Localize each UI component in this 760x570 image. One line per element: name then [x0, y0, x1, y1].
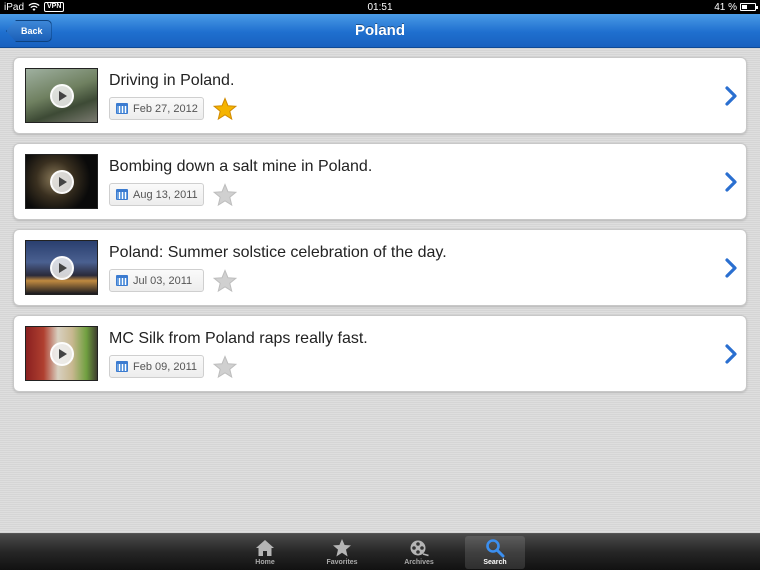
calendar-icon: [116, 275, 128, 286]
navigation-bar: Back Poland: [0, 14, 760, 48]
star-icon: [333, 539, 351, 557]
video-date: Aug 13, 2011: [133, 188, 198, 201]
video-list-item[interactable]: Poland: Summer solstice celebration of t…: [13, 229, 747, 306]
page-title: Poland: [354, 22, 405, 39]
play-icon[interactable]: [49, 169, 74, 194]
status-right: 41 %: [714, 1, 758, 13]
tab-label: Favorites: [326, 559, 358, 566]
video-title: MC Silk from Poland raps really fast.: [109, 330, 368, 347]
calendar-icon: [116, 103, 128, 114]
video-date: Feb 09, 2011: [133, 360, 198, 373]
favorite-star-icon[interactable]: [213, 355, 237, 379]
tab-archives[interactable]: Archives: [389, 536, 449, 569]
date-badge: Feb 27, 2012: [109, 97, 204, 120]
video-thumbnail[interactable]: [25, 68, 98, 123]
video-date: Feb 27, 2012: [133, 102, 198, 115]
calendar-icon: [116, 189, 128, 200]
date-badge: Jul 03, 2011: [109, 269, 204, 292]
chevron-right-icon[interactable]: [724, 344, 738, 364]
tab-search[interactable]: Search: [465, 536, 525, 569]
home-icon: [256, 540, 274, 556]
tab-label: Search: [483, 559, 507, 566]
film-reel-icon: [410, 540, 429, 557]
tab-label: Home: [255, 559, 275, 566]
date-badge: Aug 13, 2011: [109, 183, 204, 206]
favorite-star-icon[interactable]: [213, 97, 237, 121]
video-title: Driving in Poland.: [109, 72, 235, 89]
chevron-right-icon[interactable]: [724, 258, 738, 278]
chevron-right-icon[interactable]: [724, 86, 738, 106]
back-button[interactable]: Back: [6, 20, 52, 42]
search-icon: [486, 539, 505, 558]
play-icon[interactable]: [49, 255, 74, 280]
vpn-badge: VPN: [44, 2, 65, 12]
chevron-right-icon[interactable]: [724, 172, 738, 192]
video-thumbnail[interactable]: [25, 326, 98, 381]
tab-home[interactable]: Home: [235, 536, 295, 569]
battery-percent: 41 %: [714, 1, 737, 13]
tab-bar: Home Favorites Archives Search: [0, 533, 760, 570]
video-date: Jul 03, 2011: [133, 274, 193, 287]
video-thumbnail[interactable]: [25, 240, 98, 295]
wifi-icon: [28, 2, 40, 12]
play-icon[interactable]: [49, 83, 74, 108]
video-list: Driving in Poland. Feb 27, 2012 Bombing …: [13, 57, 747, 401]
video-list-item[interactable]: MC Silk from Poland raps really fast. Fe…: [13, 315, 747, 392]
date-badge: Feb 09, 2011: [109, 355, 204, 378]
calendar-icon: [116, 361, 128, 372]
battery-icon: [740, 3, 758, 11]
tab-favorites[interactable]: Favorites: [312, 536, 372, 569]
video-thumbnail[interactable]: [25, 154, 98, 209]
video-title: Poland: Summer solstice celebration of t…: [109, 244, 447, 261]
favorite-star-icon[interactable]: [213, 269, 237, 293]
favorite-star-icon[interactable]: [213, 183, 237, 207]
device-label: iPad: [4, 1, 25, 13]
status-left: iPad VPN: [4, 1, 65, 13]
status-bar: iPad VPN 01:51 41 %: [0, 0, 760, 14]
video-title: Bombing down a salt mine in Poland.: [109, 158, 373, 175]
status-time: 01:51: [367, 1, 393, 13]
tab-label: Archives: [404, 559, 434, 566]
video-list-item[interactable]: Driving in Poland. Feb 27, 2012: [13, 57, 747, 134]
play-icon[interactable]: [49, 341, 74, 366]
video-list-item[interactable]: Bombing down a salt mine in Poland. Aug …: [13, 143, 747, 220]
